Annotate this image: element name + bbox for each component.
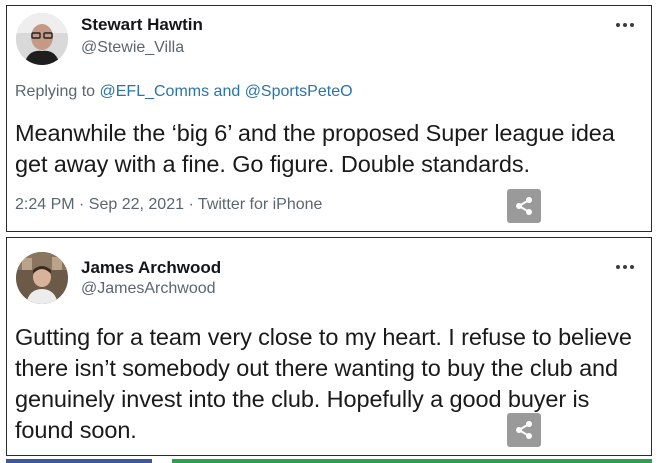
share-button[interactable] xyxy=(507,413,541,447)
avatar[interactable] xyxy=(16,252,68,304)
bottom-bar-left xyxy=(6,459,152,463)
share-button[interactable] xyxy=(507,189,541,223)
share-icon xyxy=(516,197,532,215)
more-horizontal-icon[interactable] xyxy=(616,23,634,27)
user-handle[interactable]: @JamesArchwood xyxy=(81,280,216,298)
tweet-timestamp[interactable]: 2:24 PM · Sep 22, 2021 · Twitter for iPh… xyxy=(15,196,322,214)
tweet-card-stewart-hawtin: Stewart Hawtin @Stewie_Villa Replying to… xyxy=(6,5,652,232)
mention-link-efl-comms[interactable]: @EFL_Comms xyxy=(100,83,210,100)
avatar-image xyxy=(16,252,68,304)
replying-to-line: Replying to @EFL_Comms and @SportsPeteO xyxy=(15,83,353,101)
user-handle[interactable]: @Stewie_Villa xyxy=(81,39,184,57)
tweet-text: Meanwhile the ‘big 6’ and the proposed S… xyxy=(15,120,615,177)
share-icon xyxy=(516,421,532,439)
avatar[interactable] xyxy=(16,13,68,65)
avatar-image xyxy=(16,13,68,65)
display-name[interactable]: James Archwood xyxy=(81,258,221,278)
bottom-bar-right xyxy=(172,459,652,463)
mention-and-text: and xyxy=(209,83,245,100)
mention-link-sportspeteo[interactable]: @SportsPeteO xyxy=(245,83,353,100)
tweet-text: Gutting for a team very close to my hear… xyxy=(15,324,632,443)
tweet-card-james-archwood: James Archwood @JamesArchwood Gutting fo… xyxy=(6,237,652,456)
display-name[interactable]: Stewart Hawtin xyxy=(81,15,203,35)
replying-to-label: Replying to xyxy=(15,83,100,100)
more-horizontal-icon[interactable] xyxy=(616,265,634,269)
